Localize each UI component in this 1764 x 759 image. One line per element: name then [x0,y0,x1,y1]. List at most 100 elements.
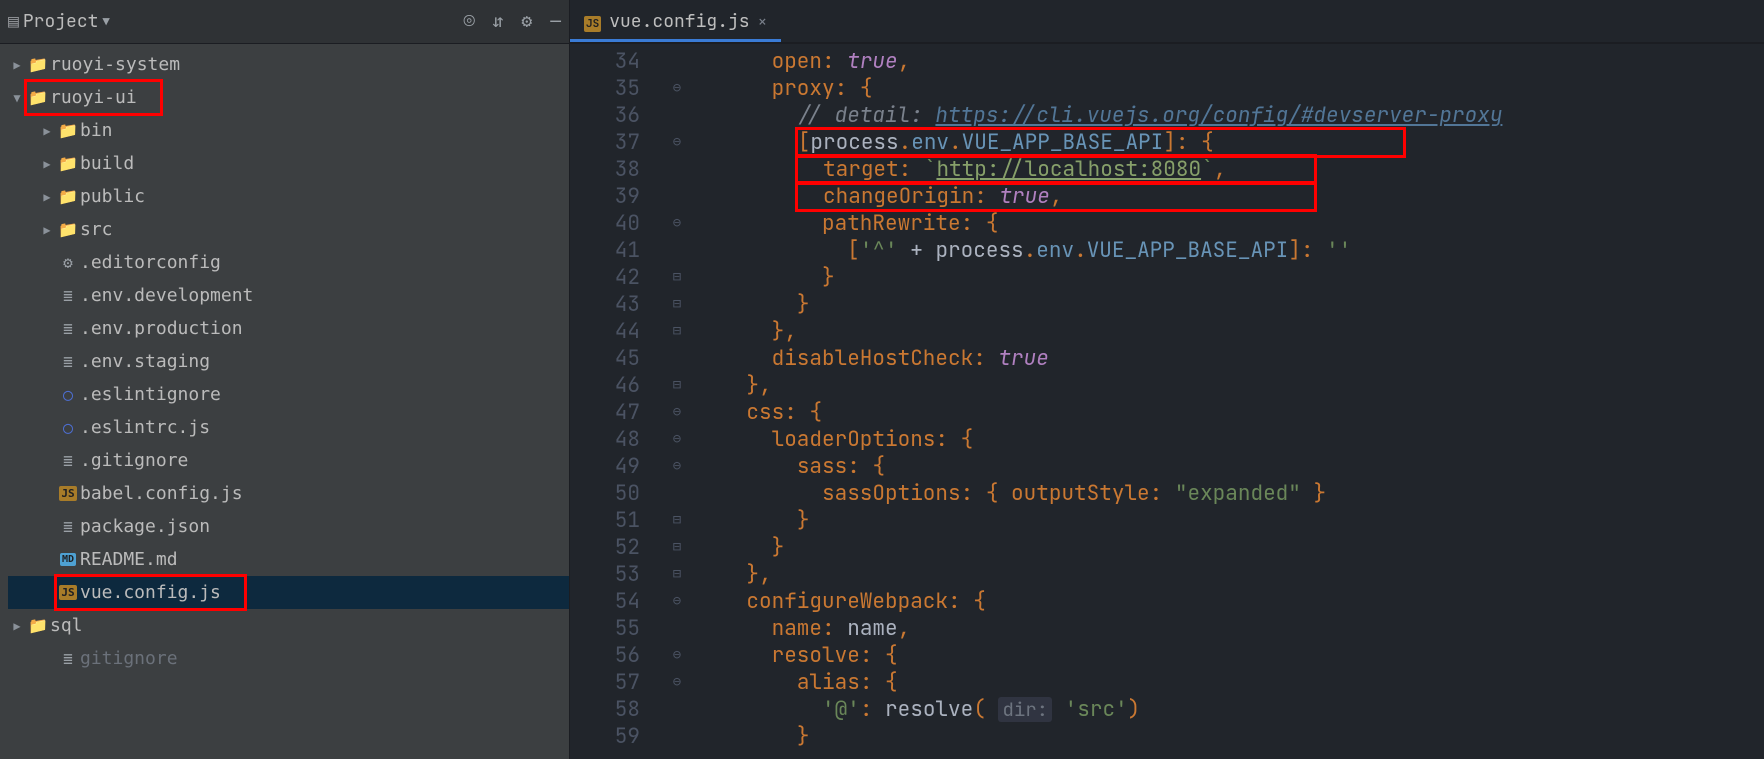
tree-item[interactable]: ▶≣package.json [8,510,569,543]
code-line[interactable]: pathRewrite: { [696,210,1764,237]
tree-item-label: public [80,186,145,207]
code-line[interactable]: ['^' + process.env.VUE_APP_BASE_API]: '' [696,237,1764,264]
tree-item-label: .env.production [80,318,243,339]
collapse-icon[interactable]: ⇵ [493,10,504,33]
tree-item-label: babel.config.js [80,483,243,504]
tree-item[interactable]: ▶📁build [8,147,569,180]
code-line[interactable]: // detail: https://cli.vuejs.org/config/… [696,102,1764,129]
expand-arrow[interactable]: ▶ [8,58,26,72]
project-tool-window: ▤ Project ▼ ◎ ⇵ ⚙ — ▶📁ruoyi-system▼📁ruoy… [0,0,570,759]
tree-item[interactable]: ▼📁ruoyi-ui [8,81,569,114]
txt-icon: ≣ [56,286,80,305]
code-line[interactable]: [process.env.VUE_APP_BASE_API]: { [696,129,1764,156]
tree-item-label: README.md [80,549,178,570]
close-icon[interactable]: × [758,11,768,32]
code-line[interactable]: } [696,507,1764,534]
code-line[interactable]: target: `http://localhost:8080`, [696,156,1764,183]
tree-item[interactable]: ▶📁sql [8,609,569,642]
tree-item[interactable]: ▶≣.env.development [8,279,569,312]
tree-item-label: .gitignore [80,450,188,471]
tree-item-label: gitignore [80,648,178,669]
tree-item-label: .env.staging [80,351,210,372]
tree-item[interactable]: ▶📁ruoyi-system [8,48,569,81]
tree-item-label: package.json [80,516,210,537]
code-line[interactable]: } [696,264,1764,291]
folder-icon: 📁 [26,616,50,635]
code-line[interactable]: } [696,534,1764,561]
expand-arrow[interactable]: ▶ [38,124,56,138]
tree-item[interactable]: ▶📁src [8,213,569,246]
folder-icon: 📁 [56,220,80,239]
tree-item-label: .editorconfig [80,252,221,273]
txt-icon: ≣ [56,517,80,536]
tree-item-label: ruoyi-system [50,54,180,75]
tree-item[interactable]: ▶≣.gitignore [8,444,569,477]
editor-pane: vue.config.js × 343536373839404142434445… [570,0,1764,759]
code-line[interactable]: } [696,723,1764,750]
tree-item[interactable]: ▶◯.eslintrc.js [8,411,569,444]
code-content[interactable]: open: true, proxy: { // detail: https://… [684,44,1764,759]
gear-icon[interactable]: ⚙ [521,10,532,33]
txt-icon: ≣ [56,451,80,470]
code-line[interactable]: sass: { [696,453,1764,480]
code-line[interactable]: changeOrigin: true, [696,183,1764,210]
folder-icon: 📁 [56,121,80,140]
tree-item-label: bin [80,120,113,141]
hide-icon[interactable]: — [550,10,561,33]
tree-item[interactable]: ▶vue.config.js [8,576,569,609]
code-line[interactable]: proxy: { [696,75,1764,102]
project-header: ▤ Project ▼ ◎ ⇵ ⚙ — [0,0,569,44]
tree-item[interactable]: ▶📁bin [8,114,569,147]
folder-icon: 📁 [26,55,50,74]
txt-icon: ≣ [56,352,80,371]
js-icon [56,585,80,600]
tree-item[interactable]: ▶⚙.editorconfig [8,246,569,279]
code-line[interactable]: }, [696,372,1764,399]
tab-vue-config[interactable]: vue.config.js × [570,4,781,42]
tree-item[interactable]: ▶≣.env.production [8,312,569,345]
expand-arrow[interactable]: ▶ [38,157,56,171]
code-line[interactable]: open: true, [696,48,1764,75]
code-line[interactable]: loaderOptions: { [696,426,1764,453]
fold-gutter[interactable]: ⊖⊖⊖⊟⊟⊟⊟⊖⊖⊖⊟⊟⊟⊖⊖⊖ [670,44,684,759]
tree-item-label: sql [50,615,83,636]
tree-item[interactable]: ▶babel.config.js [8,477,569,510]
code-line[interactable]: }, [696,318,1764,345]
tab-label: vue.config.js [609,10,749,33]
code-line[interactable]: alias: { [696,669,1764,696]
code-line[interactable]: '@': resolve( dir: 'src') [696,696,1764,723]
tree-item-label: .env.development [80,285,253,306]
project-tree[interactable]: ▶📁ruoyi-system▼📁ruoyi-ui▶📁bin▶📁build▶📁pu… [0,44,569,759]
tree-item[interactable]: ▶≣gitignore [8,642,569,675]
code-line[interactable]: disableHostCheck: true [696,345,1764,372]
code-line[interactable]: name: name, [696,615,1764,642]
project-title[interactable]: ▤ Project ▼ [8,10,110,33]
expand-arrow[interactable]: ▶ [38,190,56,204]
code-editor[interactable]: 3435363738394041424344454647484950515253… [570,44,1764,759]
expand-arrow[interactable]: ▼ [8,91,26,105]
tree-item-label: .eslintignore [80,384,221,405]
code-line[interactable]: configureWebpack: { [696,588,1764,615]
editor-tabs: vue.config.js × [570,0,1764,44]
line-numbers: 3435363738394041424344454647484950515253… [570,44,670,759]
code-line[interactable]: resolve: { [696,642,1764,669]
expand-arrow[interactable]: ▶ [38,223,56,237]
code-line[interactable]: } [696,291,1764,318]
circle-icon: ◯ [56,418,80,437]
folder-icon: 📁 [56,187,80,206]
locate-icon[interactable]: ◎ [464,10,475,33]
js-icon [584,10,601,33]
gear-icon: ⚙ [56,253,80,272]
code-line[interactable]: css: { [696,399,1764,426]
txt-icon: ≣ [56,649,80,668]
code-line[interactable]: }, [696,561,1764,588]
js-icon [56,486,80,501]
tree-item[interactable]: ▶◯.eslintignore [8,378,569,411]
md-icon [56,553,80,566]
tree-item[interactable]: ▶≣.env.staging [8,345,569,378]
expand-arrow[interactable]: ▶ [8,619,26,633]
tree-item[interactable]: ▶📁public [8,180,569,213]
code-line[interactable]: sassOptions: { outputStyle: "expanded" } [696,480,1764,507]
circle-icon: ◯ [56,385,80,404]
tree-item[interactable]: ▶README.md [8,543,569,576]
